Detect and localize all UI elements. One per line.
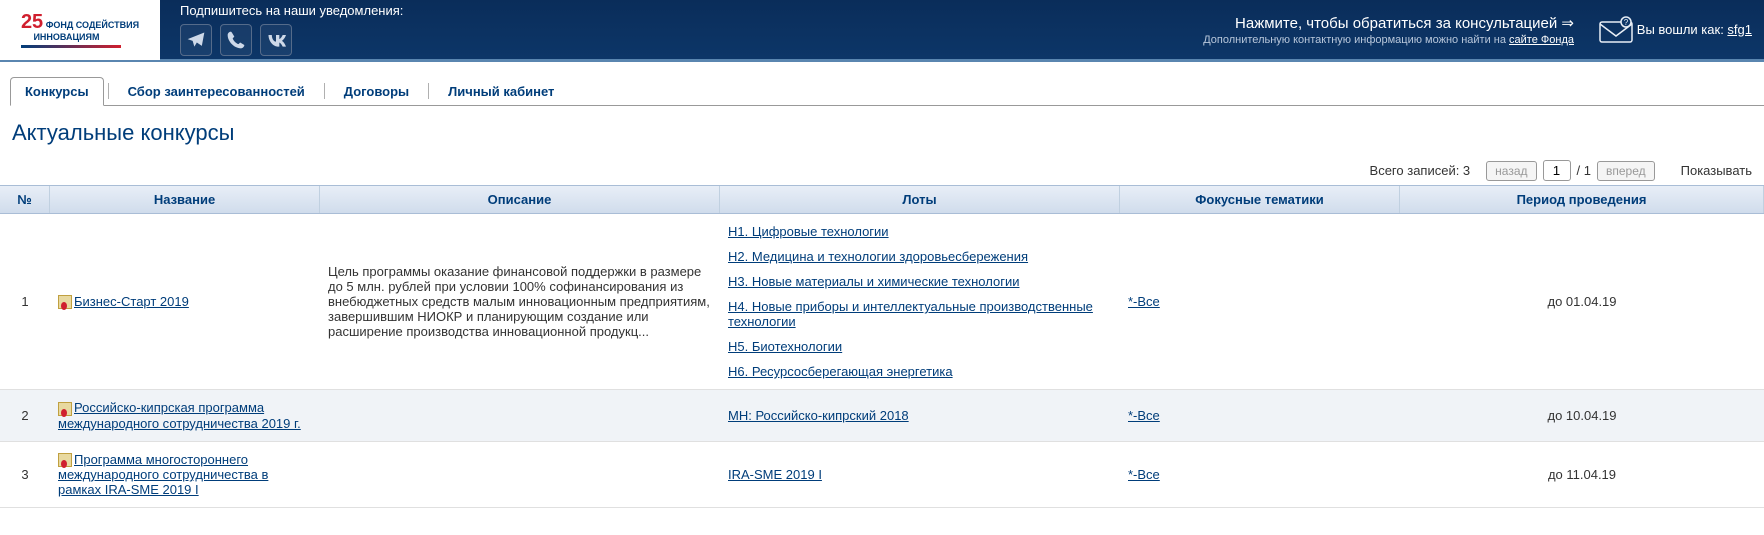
col-focus: Фокусные тематики xyxy=(1120,186,1400,213)
page-input[interactable] xyxy=(1543,160,1571,181)
focus-link[interactable]: *-Все xyxy=(1128,467,1160,482)
row-num: 2 xyxy=(0,398,50,433)
main-tabs: Конкурсы Сбор заинтересованностей Догово… xyxy=(10,76,1764,106)
logo[interactable]: 25 ФОНД СОДЕЙСТВИЯ ИННОВАЦИЯМ xyxy=(0,0,160,60)
page-of: / 1 xyxy=(1577,163,1591,178)
table-row: 1 Бизнес-Старт 2019 Цель программы оказани… xyxy=(0,214,1764,390)
contest-link[interactable]: Российско-кипрская программа международн… xyxy=(58,400,301,431)
contest-link[interactable]: Бизнес-Старт 2019 xyxy=(74,294,189,309)
lot-link[interactable]: Н6. Ресурсосберегающая энергетика xyxy=(728,364,1112,379)
lot-link[interactable]: IRA-SME 2019 I xyxy=(728,467,1112,482)
consult-text[interactable]: Нажмите, чтобы обратиться за консультаци… xyxy=(1203,14,1574,32)
focus-link[interactable]: *-Все xyxy=(1128,408,1160,423)
col-period: Период проведения xyxy=(1400,186,1764,213)
table-row: 3Программа многостороннего международног… xyxy=(0,442,1764,509)
consult-subtext: Дополнительную контактную информацию мож… xyxy=(1203,34,1574,46)
tab-contracts[interactable]: Договоры xyxy=(329,77,424,106)
tab-cabinet[interactable]: Личный кабинет xyxy=(433,77,569,106)
row-lots: IRA-SME 2019 I xyxy=(720,457,1120,492)
row-num: 3 xyxy=(0,457,50,492)
fund-site-link[interactable]: сайте Фонда xyxy=(1509,34,1574,46)
row-lots: МН: Российско-кипрский 2018 xyxy=(720,398,1120,433)
row-focus: *-Все xyxy=(1120,284,1400,319)
login-info: Вы вошли как: sfg1 xyxy=(1637,22,1752,37)
lot-link[interactable]: Н2. Медицина и технологии здоровьесбереж… xyxy=(728,249,1112,264)
col-name: Название xyxy=(50,186,320,213)
doc-icon xyxy=(58,295,72,309)
mail-icon[interactable]: ? xyxy=(1598,16,1634,49)
consult-block: Нажмите, чтобы обратиться за консультаци… xyxy=(1203,14,1574,46)
app-header: 25 ФОНД СОДЕЙСТВИЯ ИННОВАЦИЯМ Подпишитес… xyxy=(0,0,1764,62)
grid-body: 1 Бизнес-Старт 2019 Цель программы оказани… xyxy=(0,214,1764,508)
table-row: 2 Российско-кипрская программа международ… xyxy=(0,390,1764,442)
user-link[interactable]: sfg1 xyxy=(1727,22,1752,37)
lot-link[interactable]: МН: Российско-кипрский 2018 xyxy=(728,408,1112,423)
row-desc xyxy=(320,464,720,484)
lot-link[interactable]: Н3. Новые материалы и химические техноло… xyxy=(728,274,1112,289)
row-focus: *-Все xyxy=(1120,457,1400,492)
row-num: 1 xyxy=(0,284,50,319)
row-focus: *-Все xyxy=(1120,398,1400,433)
lot-link[interactable]: Н1. Цифровые технологии xyxy=(728,224,1112,239)
row-name: Бизнес-Старт 2019 xyxy=(50,284,320,320)
telegram-icon[interactable] xyxy=(180,24,212,56)
col-desc: Описание xyxy=(320,186,720,213)
prev-button[interactable]: назад xyxy=(1486,161,1536,181)
total-records: Всего записей: 3 xyxy=(1370,163,1471,178)
doc-icon xyxy=(58,402,72,416)
grid-header: № Название Описание Лоты Фокусные темати… xyxy=(0,185,1764,214)
col-num: № xyxy=(0,186,50,213)
svg-text:?: ? xyxy=(1624,18,1629,27)
doc-icon xyxy=(58,453,72,467)
show-label: Показывать xyxy=(1681,163,1752,178)
next-button[interactable]: вперед xyxy=(1597,161,1655,181)
row-period: до 01.04.19 xyxy=(1400,284,1764,319)
row-desc xyxy=(320,405,720,425)
tab-interests[interactable]: Сбор заинтересованностей xyxy=(113,77,320,106)
pager: Всего записей: 3 назад / 1 вперед Показы… xyxy=(0,156,1764,185)
focus-link[interactable]: *-Все xyxy=(1128,294,1160,309)
row-desc: Цель программы оказание финансовой подде… xyxy=(320,254,720,349)
contest-link[interactable]: Программа многостороннего международного… xyxy=(58,452,268,498)
row-name: Программа многостороннего международного… xyxy=(50,442,320,508)
row-period: до 11.04.19 xyxy=(1400,457,1764,492)
row-period: до 10.04.19 xyxy=(1400,398,1764,433)
lot-link[interactable]: Н4. Новые приборы и интеллектуальные про… xyxy=(728,299,1112,329)
vk-icon[interactable] xyxy=(260,24,292,56)
subscribe-block: Подпишитесь на наши уведомления: xyxy=(180,3,403,56)
page-title: Актуальные конкурсы xyxy=(12,120,1764,146)
tab-contests[interactable]: Конкурсы xyxy=(10,77,104,106)
row-lots: Н1. Цифровые технологии Н2. Медицина и те… xyxy=(720,214,1120,389)
viber-icon[interactable] xyxy=(220,24,252,56)
row-name: Российско-кипрская программа международн… xyxy=(50,390,320,441)
lot-link[interactable]: Н5. Биотехнологии xyxy=(728,339,1112,354)
subscribe-label: Подпишитесь на наши уведомления: xyxy=(180,3,403,18)
col-lots: Лоты xyxy=(720,186,1120,213)
